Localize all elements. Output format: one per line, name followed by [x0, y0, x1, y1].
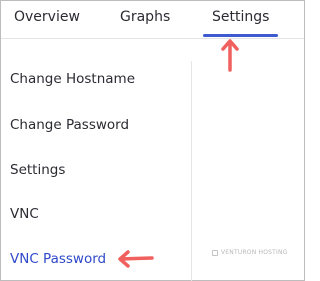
settings-sidebar: Change Hostname Change Password Settings… [1, 40, 191, 281]
tab-graphs[interactable]: Graphs [120, 9, 170, 25]
annotation-arrow-left-icon [118, 250, 154, 268]
tab-bar: Overview Graphs Settings [1, 1, 304, 39]
watermark-text: VENTURON HOSTING [221, 249, 288, 256]
annotation-arrow-up-icon [221, 39, 239, 72]
sidebar-item-change-password[interactable]: Change Password [10, 117, 129, 133]
sidebar-divider [191, 61, 192, 281]
sidebar-item-vnc[interactable]: VNC [10, 206, 39, 222]
sidebar-item-settings[interactable]: Settings [10, 162, 65, 178]
watermark: VENTURON HOSTING [212, 249, 288, 256]
tab-overview[interactable]: Overview [14, 9, 80, 25]
settings-panel: Overview Graphs Settings Change Hostname… [0, 0, 305, 281]
tab-settings[interactable]: Settings [212, 9, 269, 25]
sidebar-item-vnc-password[interactable]: VNC Password [10, 251, 106, 267]
sidebar-item-change-hostname[interactable]: Change Hostname [10, 71, 135, 87]
watermark-logo-icon [212, 249, 218, 256]
